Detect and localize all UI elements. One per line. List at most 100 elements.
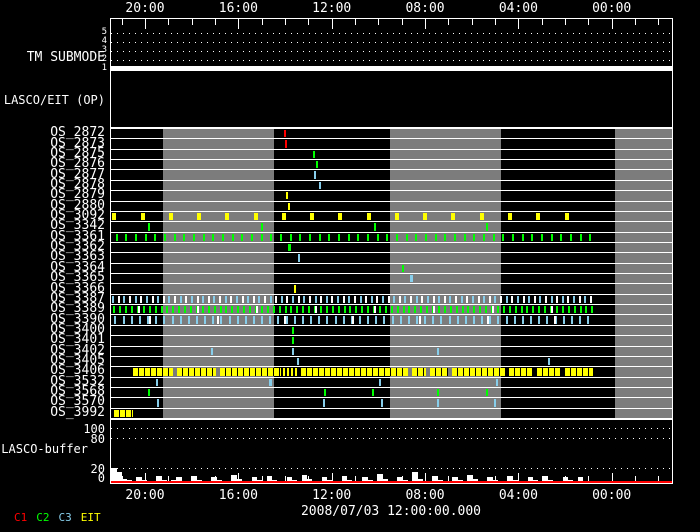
event-tick xyxy=(201,306,204,314)
event-tick xyxy=(511,295,514,304)
event-tick xyxy=(437,306,440,314)
event-tick xyxy=(584,295,587,304)
event-tick xyxy=(328,233,331,241)
event-tick xyxy=(376,233,379,241)
event-tick xyxy=(213,306,216,314)
event-tick xyxy=(488,295,491,304)
legend-item-eit: EIT xyxy=(80,511,101,524)
event-tick xyxy=(466,295,469,304)
bottom-axis-minor-tick xyxy=(285,476,287,481)
event-tick xyxy=(460,295,463,304)
event-tick xyxy=(378,306,381,314)
event-tick xyxy=(432,295,435,304)
event-tick xyxy=(366,212,371,221)
timeline-row-OS_2872 xyxy=(110,128,672,138)
event-segment xyxy=(430,368,448,376)
event-tick xyxy=(443,306,446,314)
legend-item-c3: C3 xyxy=(58,511,72,524)
timeline-row-OS_3363 xyxy=(110,252,672,262)
event-tick xyxy=(361,306,364,314)
event-tick xyxy=(508,306,511,314)
event-tick xyxy=(266,306,269,314)
event-tick xyxy=(520,306,523,314)
event-tick xyxy=(424,316,427,324)
event-tick xyxy=(297,254,300,262)
event-tick xyxy=(473,233,476,241)
event-tick xyxy=(550,295,553,304)
event-tick xyxy=(283,368,286,376)
event-tick xyxy=(407,316,410,324)
event-tick xyxy=(147,388,150,397)
event-tick xyxy=(536,212,541,221)
event-tick xyxy=(544,295,547,304)
event-segment xyxy=(565,368,593,376)
event-tick xyxy=(287,368,290,376)
event-tick xyxy=(533,295,536,304)
top-axis-minor-tick xyxy=(401,18,403,25)
event-tick xyxy=(437,388,440,397)
event-tick xyxy=(551,306,554,314)
top-axis-minor-tick xyxy=(191,18,193,25)
event-tick xyxy=(489,316,492,324)
event-tick xyxy=(117,295,120,304)
tm-gridline xyxy=(111,51,672,52)
event-tick xyxy=(494,295,497,304)
event-tick xyxy=(190,306,193,314)
bottom-axis-label: 20:00 xyxy=(125,488,165,503)
event-segment xyxy=(113,409,134,417)
event-tick xyxy=(148,306,151,314)
event-tick xyxy=(212,316,215,324)
event-tick xyxy=(393,295,396,304)
tm-submode-value-line xyxy=(110,66,673,71)
event-tick xyxy=(526,306,529,314)
event-tick xyxy=(573,306,576,314)
timeline-row-OS_3366 xyxy=(110,283,672,293)
event-tick xyxy=(295,368,298,376)
event-tick xyxy=(578,295,581,304)
event-tick xyxy=(256,306,259,314)
event-tick xyxy=(253,316,256,324)
event-tick xyxy=(192,233,195,241)
event-tick xyxy=(125,306,128,314)
event-tick xyxy=(278,306,281,314)
event-tick xyxy=(513,316,516,324)
event-tick xyxy=(283,130,286,138)
event-tick xyxy=(286,192,289,200)
event-tick xyxy=(561,306,564,314)
event-tick xyxy=(410,295,413,304)
event-tick xyxy=(268,378,272,386)
event-tick xyxy=(547,357,550,366)
event-tick xyxy=(544,306,547,314)
event-tick xyxy=(464,316,467,324)
event-tick xyxy=(113,306,116,314)
event-tick xyxy=(225,212,230,221)
event-tick xyxy=(573,295,576,304)
event-tick xyxy=(299,233,302,241)
event-tick xyxy=(492,233,495,241)
event-tick xyxy=(342,316,345,324)
event-tick xyxy=(308,233,311,241)
timeline-row-OS_2873 xyxy=(110,138,672,148)
event-tick xyxy=(461,306,464,314)
event-tick xyxy=(550,233,553,241)
timeline-row-OS_2876 xyxy=(110,159,672,169)
event-tick xyxy=(521,316,524,324)
event-tick xyxy=(284,140,287,148)
bottom-axis-label: 00:00 xyxy=(592,488,632,503)
event-tick xyxy=(437,347,440,355)
event-tick xyxy=(252,295,255,304)
event-tick xyxy=(185,295,188,304)
event-tick xyxy=(302,306,305,314)
bottom-axis-minor-tick xyxy=(658,476,660,481)
event-tick xyxy=(261,316,264,324)
soho-lasco-planning-timeline: TM SUBMODE LASCO/EIT (OP) LASCO-buffer 2… xyxy=(0,0,700,532)
event-tick xyxy=(473,306,476,314)
timeline-row-OS_3570 xyxy=(110,397,672,407)
event-tick xyxy=(471,295,474,304)
event-tick xyxy=(301,316,304,324)
timeline-row-OS_2879 xyxy=(110,190,672,200)
top-axis-minor-tick xyxy=(541,18,543,25)
bottom-axis-minor-tick xyxy=(401,476,403,481)
event-tick xyxy=(171,316,174,324)
event-tick xyxy=(174,295,177,304)
